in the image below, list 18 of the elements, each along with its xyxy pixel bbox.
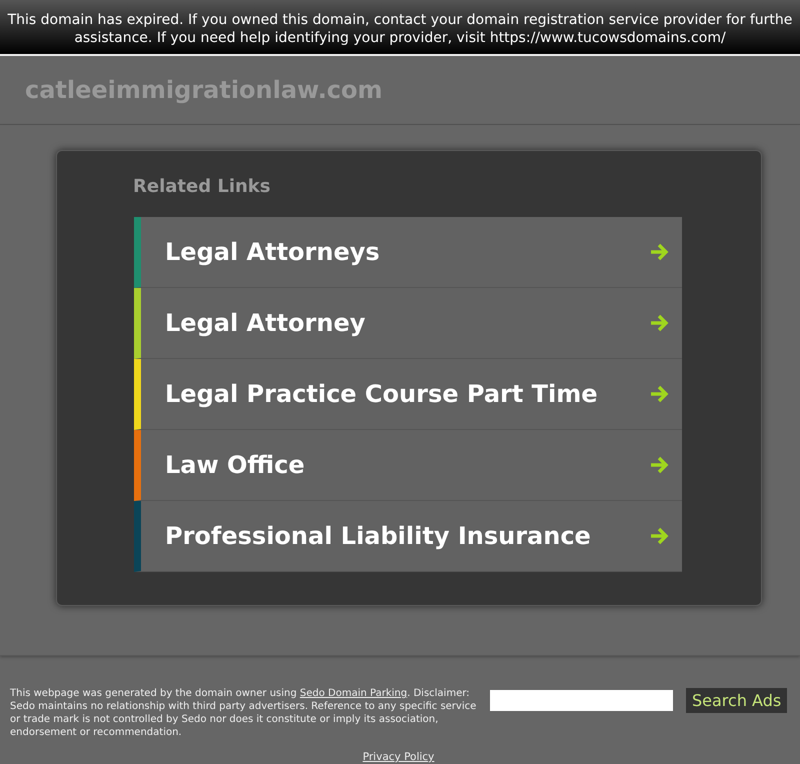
privacy-policy-link[interactable]: Privacy Policy [362,751,434,763]
search-ads-button[interactable]: Search Ads [686,688,788,713]
related-link[interactable]: Law Office [134,430,682,501]
arrow-icon [650,243,670,261]
related-link[interactable]: Professional Liability Insurance [134,501,682,572]
arrow-icon [650,527,670,545]
related-link[interactable]: Legal Attorney [134,288,682,359]
related-link[interactable]: Legal Attorneys [134,217,682,288]
arrow-icon [650,314,670,332]
related-links-title: Related Links [133,176,272,197]
disclaimer-text: This webpage was generated by the domain owner using Sedo Domain Parking. Disclaimer: Sedo maintains no relationship with third party advertisers. Reference to any specific service or trade mark is not controlled by Sedo nor does it constitute or imply its association, endorsement or recommendation. [10,687,478,739]
search-field[interactable] [490,690,673,711]
related-link[interactable]: Legal Practice Course Part Time [134,359,682,430]
banner-text: assistance. If you need help identifying your provider, visit https://www.tucowsdomains.com/ [73,29,727,47]
arrow-icon [650,456,670,474]
sedo-link[interactable]: Sedo Domain Parking [300,688,408,699]
arrow-icon [650,385,670,403]
banner-text: This domain has expired. If you owned this domain, contact your domain registration service provider for furthe [6,11,794,29]
